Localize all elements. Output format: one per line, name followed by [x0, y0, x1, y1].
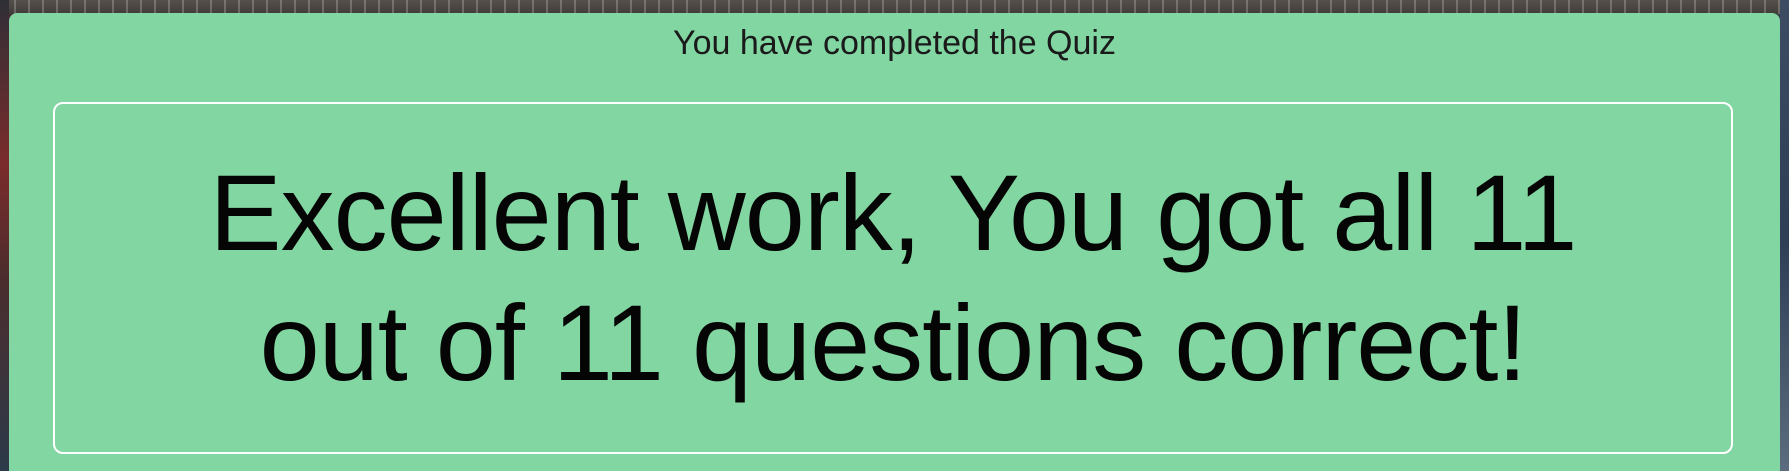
result-box: Excellent work, You got all 11 out of 11…: [53, 102, 1733, 454]
score-result-message: Excellent work, You got all 11 out of 11…: [209, 152, 1578, 403]
background-photo-top: [0, 0, 1789, 14]
completion-heading: You have completed the Quiz: [673, 24, 1116, 62]
quiz-complete-panel: You have completed the Quiz Excellent wo…: [9, 13, 1780, 471]
background-photo-left-edge: [0, 0, 9, 471]
background-photo-right-edge: [1780, 0, 1789, 471]
